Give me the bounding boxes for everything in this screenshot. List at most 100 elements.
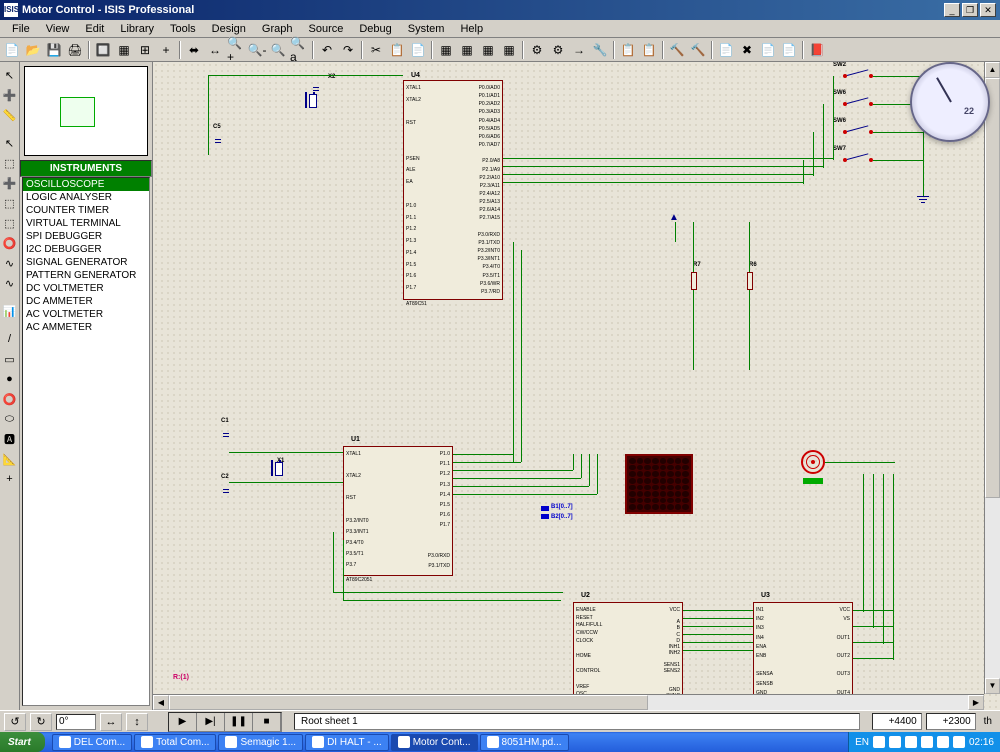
flip-h-button[interactable]: ↔ (100, 713, 122, 731)
crystal-x2[interactable] (305, 92, 315, 108)
toolbar-button[interactable]: 🔍+ (226, 40, 246, 60)
taskbar-app-button[interactable]: 8051HM.pd... (480, 734, 569, 751)
vertical-scrollbar[interactable]: ▲▼ (984, 62, 1000, 694)
menu-view[interactable]: View (38, 21, 78, 37)
palette-tool[interactable]: 📏 (1, 106, 19, 124)
resistor-r6[interactable] (747, 272, 753, 290)
toolbar-button[interactable]: 📋 (618, 40, 638, 60)
palette-tool[interactable]: ➕ (1, 86, 19, 104)
instrument-item[interactable]: VIRTUAL TERMINAL (23, 217, 149, 230)
palette-tool[interactable]: ⭕ (1, 234, 19, 252)
chip-u2[interactable]: ENABLERESETHALF/FULLCW/CCWCLOCKHOMECONTR… (573, 602, 683, 702)
rotate-ccw-button[interactable]: ↺ (4, 713, 26, 731)
toolbar-button[interactable]: ⚙ (548, 40, 568, 60)
horizontal-scrollbar[interactable]: ◀▶ (153, 694, 984, 710)
toolbar-button[interactable]: ⊞ (135, 40, 155, 60)
toolbar-button[interactable]: 📋 (639, 40, 659, 60)
tray-clock[interactable]: 02:16 (969, 737, 994, 748)
palette-tool[interactable]: / (1, 330, 19, 348)
instruments-list[interactable]: OSCILLOSCOPELOGIC ANALYSERCOUNTER TIMERV… (22, 177, 150, 706)
menu-tools[interactable]: Tools (162, 21, 204, 37)
instrument-item[interactable]: AC VOLTMETER (23, 308, 149, 321)
system-tray[interactable]: EN 02:16 (848, 732, 1000, 752)
schematic-preview[interactable] (24, 66, 148, 156)
palette-tool[interactable]: ⬚ (1, 214, 19, 232)
toolbar-button[interactable]: 🖨 (65, 40, 85, 60)
instrument-item[interactable]: OSCILLOSCOPE (23, 178, 149, 191)
toolbar-button[interactable]: 📄 (716, 40, 736, 60)
palette-tool[interactable]: ∿ (1, 254, 19, 272)
palette-tool[interactable]: ⬚ (1, 154, 19, 172)
toolbar-button[interactable]: ↔ (205, 40, 225, 60)
palette-tool[interactable]: 📊 (1, 302, 19, 320)
tray-icon[interactable] (953, 736, 965, 748)
led-matrix[interactable] (625, 454, 693, 514)
toolbar-button[interactable]: 🔍 (268, 40, 288, 60)
menu-help[interactable]: Help (452, 21, 491, 37)
toolbar-button[interactable]: 💾 (44, 40, 64, 60)
menu-file[interactable]: File (4, 21, 38, 37)
palette-tool[interactable]: 📐 (1, 450, 19, 468)
resistor-r7[interactable] (691, 272, 697, 290)
instrument-item[interactable]: LOGIC ANALYSER (23, 191, 149, 204)
switch-sw2[interactable] (843, 72, 873, 80)
pause-button[interactable]: ❚❚ (225, 713, 253, 731)
palette-tool[interactable]: ⬚ (1, 194, 19, 212)
toolbar-button[interactable]: ▦ (436, 40, 456, 60)
step-button[interactable]: ▶| (197, 713, 225, 731)
cap-c2[interactable] (223, 486, 229, 496)
stepper-motor[interactable] (801, 450, 825, 474)
taskbar-app-button[interactable]: DEL Com... (52, 734, 132, 751)
instrument-item[interactable]: SIGNAL GENERATOR (23, 256, 149, 269)
switch-sw7[interactable] (843, 156, 873, 164)
toolbar-button[interactable]: ▦ (457, 40, 477, 60)
flip-v-button[interactable]: ↕ (126, 713, 148, 731)
palette-tool[interactable]: ▭ (1, 350, 19, 368)
instrument-item[interactable]: COUNTER TIMER (23, 204, 149, 217)
toolbar-button[interactable]: 🔍- (247, 40, 267, 60)
toolbar-button[interactable]: 🔲 (93, 40, 113, 60)
maximize-button[interactable]: ❐ (962, 3, 978, 17)
toolbar-button[interactable]: 📄 (408, 40, 428, 60)
taskbar-app-button[interactable]: DI HALT - ... (305, 734, 389, 751)
cap-c5[interactable] (215, 136, 221, 146)
menu-graph[interactable]: Graph (254, 21, 301, 37)
chip-u3[interactable]: IN1IN2IN3IN4ENAENBSENSASENSBGNDVCCVSOUT1… (753, 602, 853, 702)
tray-lang[interactable]: EN (855, 737, 869, 748)
palette-tool[interactable]: ↖ (1, 66, 19, 84)
palette-tool[interactable]: ⭕ (1, 390, 19, 408)
chip-u1[interactable]: XTAL1XTAL2RSTP3.2/INT0P3.3/INT1P3.4/T0P3… (343, 446, 453, 576)
toolbar-button[interactable]: 🔨 (667, 40, 687, 60)
switch-sw6[interactable] (843, 100, 873, 108)
menu-system[interactable]: System (400, 21, 453, 37)
toolbar-button[interactable]: 📄 (758, 40, 778, 60)
toolbar-button[interactable]: + (156, 40, 176, 60)
start-button[interactable]: Start (0, 732, 45, 752)
cap-c1[interactable] (223, 430, 229, 440)
toolbar-button[interactable]: 🔍a (289, 40, 309, 60)
instrument-item[interactable]: SPI DEBUGGER (23, 230, 149, 243)
toolbar-button[interactable]: ↶ (317, 40, 337, 60)
tray-icon[interactable] (873, 736, 885, 748)
taskbar-app-button[interactable]: Motor Cont... (391, 734, 478, 751)
chip-u4[interactable]: XTAL1XTAL2RSTPSENALEEAP1.0P1.1P1.2P1.3P1… (403, 80, 503, 300)
crystal-x1[interactable] (271, 460, 281, 476)
minimize-button[interactable]: _ (944, 3, 960, 17)
instrument-item[interactable]: AC AMMETER (23, 321, 149, 334)
stop-button[interactable]: ■ (253, 713, 281, 731)
toolbar-button[interactable]: 📄 (2, 40, 22, 60)
toolbar-button[interactable]: ⚙ (527, 40, 547, 60)
toolbar-button[interactable]: 🔧 (590, 40, 610, 60)
menu-library[interactable]: Library (112, 21, 162, 37)
palette-tool[interactable]: ⬭ (1, 410, 19, 428)
toolbar-button[interactable]: ⬌ (184, 40, 204, 60)
play-button[interactable]: ▶ (169, 713, 197, 731)
schematic-canvas[interactable]: 22 U4 XTAL1XTAL2RSTPSENALEEAP1.0P1.1P1.2… (153, 62, 1000, 710)
rotate-cw-button[interactable]: ↻ (30, 713, 52, 731)
instrument-item[interactable]: I2C DEBUGGER (23, 243, 149, 256)
instrument-item[interactable]: DC AMMETER (23, 295, 149, 308)
palette-tool[interactable]: + (1, 470, 19, 488)
toolbar-button[interactable]: → (569, 40, 589, 60)
tray-icon[interactable] (889, 736, 901, 748)
menu-edit[interactable]: Edit (77, 21, 112, 37)
